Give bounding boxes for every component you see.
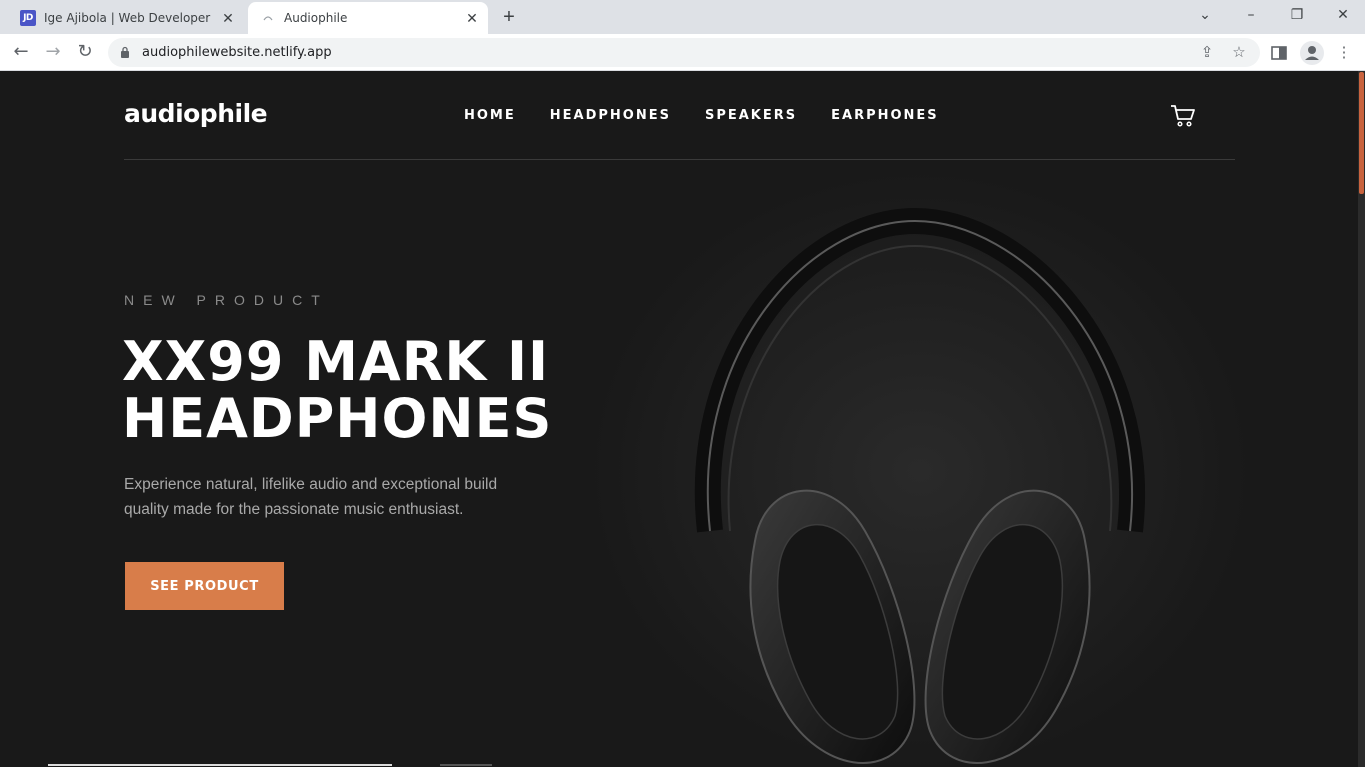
nav-link-headphones[interactable]: HEADPHONES — [550, 108, 671, 123]
url-text: audiophilewebsite.netlify.app — [142, 45, 332, 60]
header-divider — [124, 159, 1235, 160]
nav-link-speakers[interactable]: SPEAKERS — [705, 108, 797, 123]
site-logo[interactable]: audiophile — [124, 99, 268, 128]
page-viewport: audiophile HOME HEADPHONES SPEAKERS EARP… — [0, 71, 1358, 767]
bookmark-star-icon[interactable]: ☆ — [1229, 43, 1249, 63]
nav-link-home[interactable]: HOME — [464, 108, 516, 123]
horizontal-scroll-indicator-secondary — [440, 764, 492, 766]
browser-toolbar: ← → ↻ audiophilewebsite.netlify.app ⇪ ☆ … — [0, 34, 1365, 71]
browser-tab-portfolio[interactable]: JD Ige Ajibola | Web Developer ✕ — [8, 2, 244, 34]
side-panel-icon[interactable] — [1268, 42, 1290, 64]
horizontal-scroll-indicator — [48, 764, 392, 766]
browser-tab-bar: JD Ige Ajibola | Web Developer ✕ Audioph… — [0, 0, 1365, 34]
hero-description: Experience natural, lifelike audio and e… — [124, 476, 498, 518]
profile-avatar-icon[interactable] — [1300, 41, 1324, 65]
tab-favicon-jd: JD — [20, 10, 36, 26]
tab-close-icon[interactable]: ✕ — [464, 10, 480, 26]
back-arrow-icon[interactable]: ← — [10, 41, 32, 63]
tab-title: Ige Ajibola | Web Developer — [44, 11, 211, 25]
cart-icon[interactable] — [1170, 104, 1196, 128]
forward-arrow-icon[interactable]: → — [42, 41, 64, 63]
main-nav: HOME HEADPHONES SPEAKERS EARPHONES — [464, 108, 939, 123]
tab-title: Audiophile — [284, 11, 348, 25]
restore-icon[interactable]: ❐ — [1283, 4, 1311, 26]
reload-icon[interactable]: ↻ — [74, 41, 96, 63]
hero-overline: NEW PRODUCT — [124, 292, 329, 308]
hero-title: XX99 MARK II HEADPHONES — [122, 330, 553, 450]
address-bar[interactable]: audiophilewebsite.netlify.app ⇪ ☆ — [108, 38, 1260, 67]
window-close-icon[interactable]: ✕ — [1329, 4, 1357, 26]
share-icon[interactable]: ⇪ — [1197, 43, 1217, 63]
new-tab-button[interactable]: + — [498, 6, 520, 28]
tab-close-icon[interactable]: ✕ — [220, 10, 236, 26]
audiophile-favicon-icon — [263, 16, 273, 21]
browser-tab-audiophile[interactable]: Audiophile ✕ — [248, 2, 488, 34]
scrollbar-thumb[interactable] — [1359, 72, 1364, 194]
tab-search-chevron-down-icon[interactable]: ⌄ — [1191, 4, 1219, 26]
lock-icon — [121, 46, 129, 58]
headphones-photo — [590, 171, 1250, 767]
menu-kebab-icon[interactable]: ⋮ — [1333, 42, 1355, 64]
nav-link-earphones[interactable]: EARPHONES — [831, 108, 939, 123]
see-product-button[interactable]: SEE PRODUCT — [125, 562, 284, 610]
minimize-icon[interactable]: – — [1237, 4, 1265, 26]
